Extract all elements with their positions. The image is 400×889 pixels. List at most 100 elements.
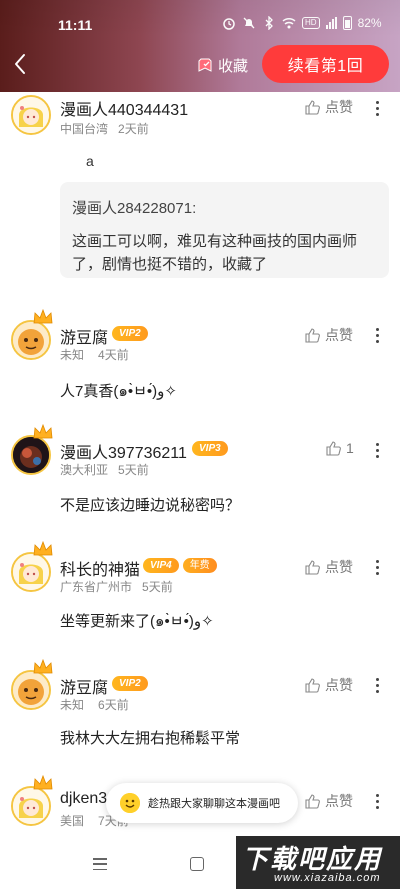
user-badges: VIP2 (112, 676, 148, 691)
wifi-icon (282, 16, 296, 30)
crown-icon (33, 424, 53, 439)
vip-badge: VIP2 (112, 676, 148, 691)
comment-location: 未知 (60, 698, 85, 712)
crown-icon (33, 541, 53, 556)
comment-text: 不是应该边睡边说秘密吗？ (60, 497, 241, 514)
vip-badge: VIP4 (143, 558, 179, 573)
comment-time: 2天前 (118, 122, 149, 136)
thumbs-up-icon (305, 677, 320, 693)
crown-icon (33, 309, 53, 324)
bluetooth-icon (262, 15, 276, 31)
quoted-reply[interactable]: 漫画人284228071: 这画工可以啊，难见有这种画技的国内画师 了，剧情也挺… (60, 182, 389, 278)
more-options-icon[interactable] (371, 440, 383, 460)
comment-location: 广东省广州市 (60, 580, 133, 594)
collect-label: 收藏 (218, 57, 249, 75)
thumbs-up-icon (305, 793, 320, 809)
comment-username[interactable]: djken3 (60, 790, 107, 808)
watermark: 下载吧应用 www.xiazaiba.com (236, 836, 400, 889)
like-button[interactable]: 1 (326, 440, 354, 456)
more-options-icon[interactable] (371, 98, 383, 118)
avatar[interactable] (11, 95, 51, 135)
thumbs-up-icon (305, 99, 320, 115)
avatar[interactable] (11, 435, 51, 475)
comment-username[interactable]: 科长的神猫 (60, 556, 140, 580)
comment-meta: 澳大利亚 5天前 (60, 461, 149, 478)
comment-username[interactable]: 游豆腐 (60, 324, 108, 348)
status-icons: HD 82% (222, 15, 382, 31)
comment-location: 美国 (60, 814, 85, 828)
like-label: 点赞 (325, 99, 353, 115)
mute-icon (242, 16, 256, 30)
back-button[interactable] (8, 50, 32, 78)
comment-time: 5天前 (142, 580, 173, 594)
avatar[interactable] (11, 786, 51, 826)
chevron-left-icon (15, 54, 25, 74)
user-badges: VIP3 (192, 441, 228, 456)
comment-meta: 广东省广州市 5天前 (60, 578, 173, 595)
crown-icon (33, 659, 53, 674)
like-label: 点赞 (325, 327, 353, 343)
reply-text-line: 了，剧情也挺不错的，收藏了 (72, 256, 268, 273)
like-button[interactable]: 点赞 (305, 325, 353, 345)
comic-header: 11:11 HD 82% 收藏 续看第1回 (0, 0, 400, 92)
battery-icon (342, 16, 352, 30)
comment-text: 坐等更新来了(๑•̀ㅂ•́)و✧ (60, 613, 214, 630)
comment-text: a (86, 153, 94, 169)
collect-icon (198, 58, 212, 72)
vip-badge: VIP2 (112, 326, 148, 341)
like-button[interactable]: 点赞 (305, 675, 353, 695)
avatar[interactable] (11, 552, 51, 592)
like-label: 点赞 (325, 793, 353, 809)
chat-prompt-toast[interactable]: 趁热跟大家聊聊这本漫画吧 (106, 783, 298, 823)
comment-time: 5天前 (118, 463, 149, 477)
comment-time: 4天前 (98, 348, 129, 362)
network-badge: HD (302, 17, 320, 29)
vip-badge: VIP3 (192, 441, 228, 456)
comment-username[interactable]: 漫画人440344431 (60, 96, 188, 120)
continue-label: 续看第1回 (287, 58, 364, 75)
avatar[interactable] (11, 670, 51, 710)
more-options-icon[interactable] (371, 791, 383, 811)
more-options-icon[interactable] (371, 325, 383, 345)
like-label: 点赞 (325, 559, 353, 575)
reply-text-line: 这画工可以啊，难见有这种画技的国内画师 (72, 233, 358, 250)
comment-text: 人7真香(๑•̀ㅂ•́)و✧ (60, 383, 177, 400)
comment-username[interactable]: 漫画人397736211 (60, 439, 187, 463)
status-time: 11:11 (58, 17, 93, 33)
smiley-icon (120, 793, 140, 813)
user-badges: VIP2 (112, 326, 148, 341)
comment-location: 澳大利亚 (60, 463, 109, 477)
home-icon[interactable] (190, 857, 204, 871)
comment-location: 中国台湾 (60, 122, 109, 136)
like-button[interactable]: 点赞 (305, 557, 353, 577)
like-button[interactable]: 点赞 (305, 791, 353, 811)
toast-text: 趁热跟大家聊聊这本漫画吧 (148, 798, 280, 810)
reply-username: 漫画人284228071: (72, 200, 197, 217)
comment-meta: 中国台湾 2天前 (60, 120, 149, 137)
thumbs-up-icon (305, 559, 320, 575)
comment-meta: 未知 4天前 (60, 346, 129, 363)
watermark-url: www.xiazaiba.com (274, 872, 381, 884)
reply-text: 这画工可以啊，难见有这种画技的国内画师 了，剧情也挺不错的，收藏了 (72, 230, 377, 276)
crown-icon (33, 775, 53, 790)
annual-badge: 年费 (182, 558, 217, 573)
collect-button[interactable]: 收藏 (198, 52, 248, 78)
comment-time: 6天前 (98, 698, 129, 712)
battery-percent: 82% (357, 16, 382, 30)
like-count: 1 (346, 440, 354, 456)
status-bar: 11:11 HD 82% (0, 0, 400, 40)
watermark-title: 下载吧应用 (242, 844, 383, 874)
comment-location: 未知 (60, 348, 85, 362)
continue-reading-button[interactable]: 续看第1回 (262, 45, 389, 83)
signal-icon (325, 17, 337, 29)
avatar[interactable] (11, 320, 51, 360)
thumbs-up-icon (326, 440, 341, 456)
more-options-icon[interactable] (371, 557, 383, 577)
more-options-icon[interactable] (371, 675, 383, 695)
user-badges: VIP4 年费 (143, 558, 217, 573)
like-button[interactable]: 点赞 (305, 97, 353, 117)
comment-meta: 未知 6天前 (60, 696, 129, 713)
menu-icon[interactable] (93, 858, 107, 870)
comment-username[interactable]: 游豆腐 (60, 674, 108, 698)
comment-text: 我林大大左拥右抱稀鬆平常 (60, 730, 241, 747)
